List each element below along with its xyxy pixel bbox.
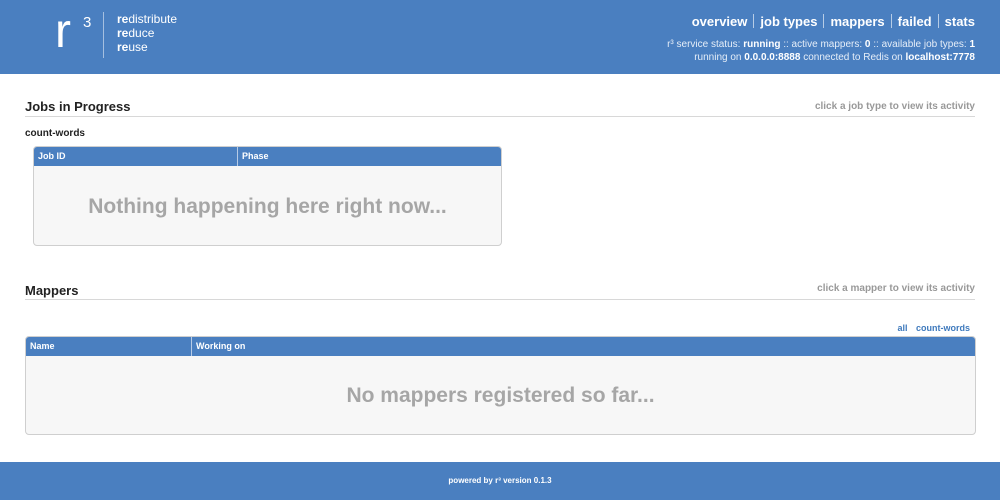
jobs-section-title: Jobs in Progress bbox=[25, 99, 131, 114]
footer-bar: powered by r³ version 0.1.3 bbox=[0, 462, 1000, 500]
nav-separator bbox=[823, 14, 825, 28]
status-redis-value: localhost:7778 bbox=[905, 52, 975, 63]
logo-line-redistribute: redistribute bbox=[117, 12, 178, 26]
nav-job-types[interactable]: job types bbox=[760, 14, 817, 29]
mappers-section-divider bbox=[25, 299, 975, 300]
jobs-table-header: Job ID Phase bbox=[34, 147, 501, 166]
nav-separator bbox=[753, 14, 755, 28]
status-mappers-value: 0 bbox=[864, 39, 871, 50]
column-header-job-id[interactable]: Job ID bbox=[34, 147, 237, 166]
status-line-1: r³ service status: running :: active map… bbox=[667, 38, 975, 51]
nav-overview[interactable]: overview bbox=[692, 14, 748, 29]
status-redis-label: connected to Redis on bbox=[803, 52, 903, 63]
jobs-table: Job ID Phase Nothing happening here righ… bbox=[33, 146, 502, 246]
nav-separator bbox=[890, 14, 892, 28]
status-service-value: running bbox=[743, 39, 781, 50]
nav-mappers[interactable]: mappers bbox=[830, 14, 884, 29]
jobs-section-hint: click a job type to view its activity bbox=[814, 101, 975, 112]
service-status: r³ service status: running :: active map… bbox=[667, 38, 975, 64]
mappers-table: Name Working on No mappers registered so… bbox=[25, 336, 976, 435]
nav-stats[interactable]: stats bbox=[945, 14, 975, 29]
job-type-heading[interactable]: count-words bbox=[25, 128, 85, 139]
filter-count-words[interactable]: count-words bbox=[916, 323, 970, 333]
column-header-working-on[interactable]: Working on bbox=[191, 337, 975, 356]
jobs-section-divider bbox=[25, 116, 975, 117]
mapper-filters: all count-words bbox=[891, 323, 970, 333]
jobs-empty-message: Nothing happening here right now... bbox=[88, 195, 447, 218]
logo-letter: r bbox=[55, 5, 71, 58]
logo-line-reuse: reuse bbox=[117, 40, 148, 54]
footer-version-text: powered by r³ version 0.1.3 bbox=[448, 476, 552, 485]
nav-failed[interactable]: failed bbox=[898, 14, 932, 29]
mappers-section-title: Mappers bbox=[25, 283, 79, 298]
column-header-name[interactable]: Name bbox=[26, 337, 191, 356]
header-bar: r 3 redistribute reduce reuse overview jo… bbox=[0, 0, 1000, 74]
logo-line-reduce: reduce bbox=[117, 26, 155, 40]
nav-separator bbox=[937, 14, 939, 28]
mappers-table-header: Name Working on bbox=[26, 337, 975, 356]
column-header-phase[interactable]: Phase bbox=[237, 147, 501, 166]
r3-logo[interactable]: r 3 redistribute reduce reuse bbox=[55, 5, 195, 60]
status-running-value: 0.0.0.0:8888 bbox=[744, 52, 801, 63]
main-nav: overview job types mappers failed stats bbox=[692, 14, 975, 29]
status-jobtypes-label: :: available job types: bbox=[873, 39, 967, 50]
mappers-section-hint: click a mapper to view its activity bbox=[817, 283, 975, 294]
status-running-label: running on bbox=[694, 52, 742, 63]
filter-all[interactable]: all bbox=[897, 323, 907, 333]
logo-tagline: redistribute reduce reuse bbox=[117, 12, 177, 54]
status-service-label: r³ service status: bbox=[667, 39, 741, 50]
logo-divider bbox=[103, 12, 104, 58]
mappers-empty-message: No mappers registered so far... bbox=[346, 384, 655, 407]
status-mappers-label: :: active mappers: bbox=[783, 39, 863, 50]
logo-superscript: 3 bbox=[83, 14, 92, 31]
status-jobtypes-value: 1 bbox=[969, 39, 975, 50]
status-line-2: running on 0.0.0.0:8888 connected to Red… bbox=[667, 51, 975, 64]
